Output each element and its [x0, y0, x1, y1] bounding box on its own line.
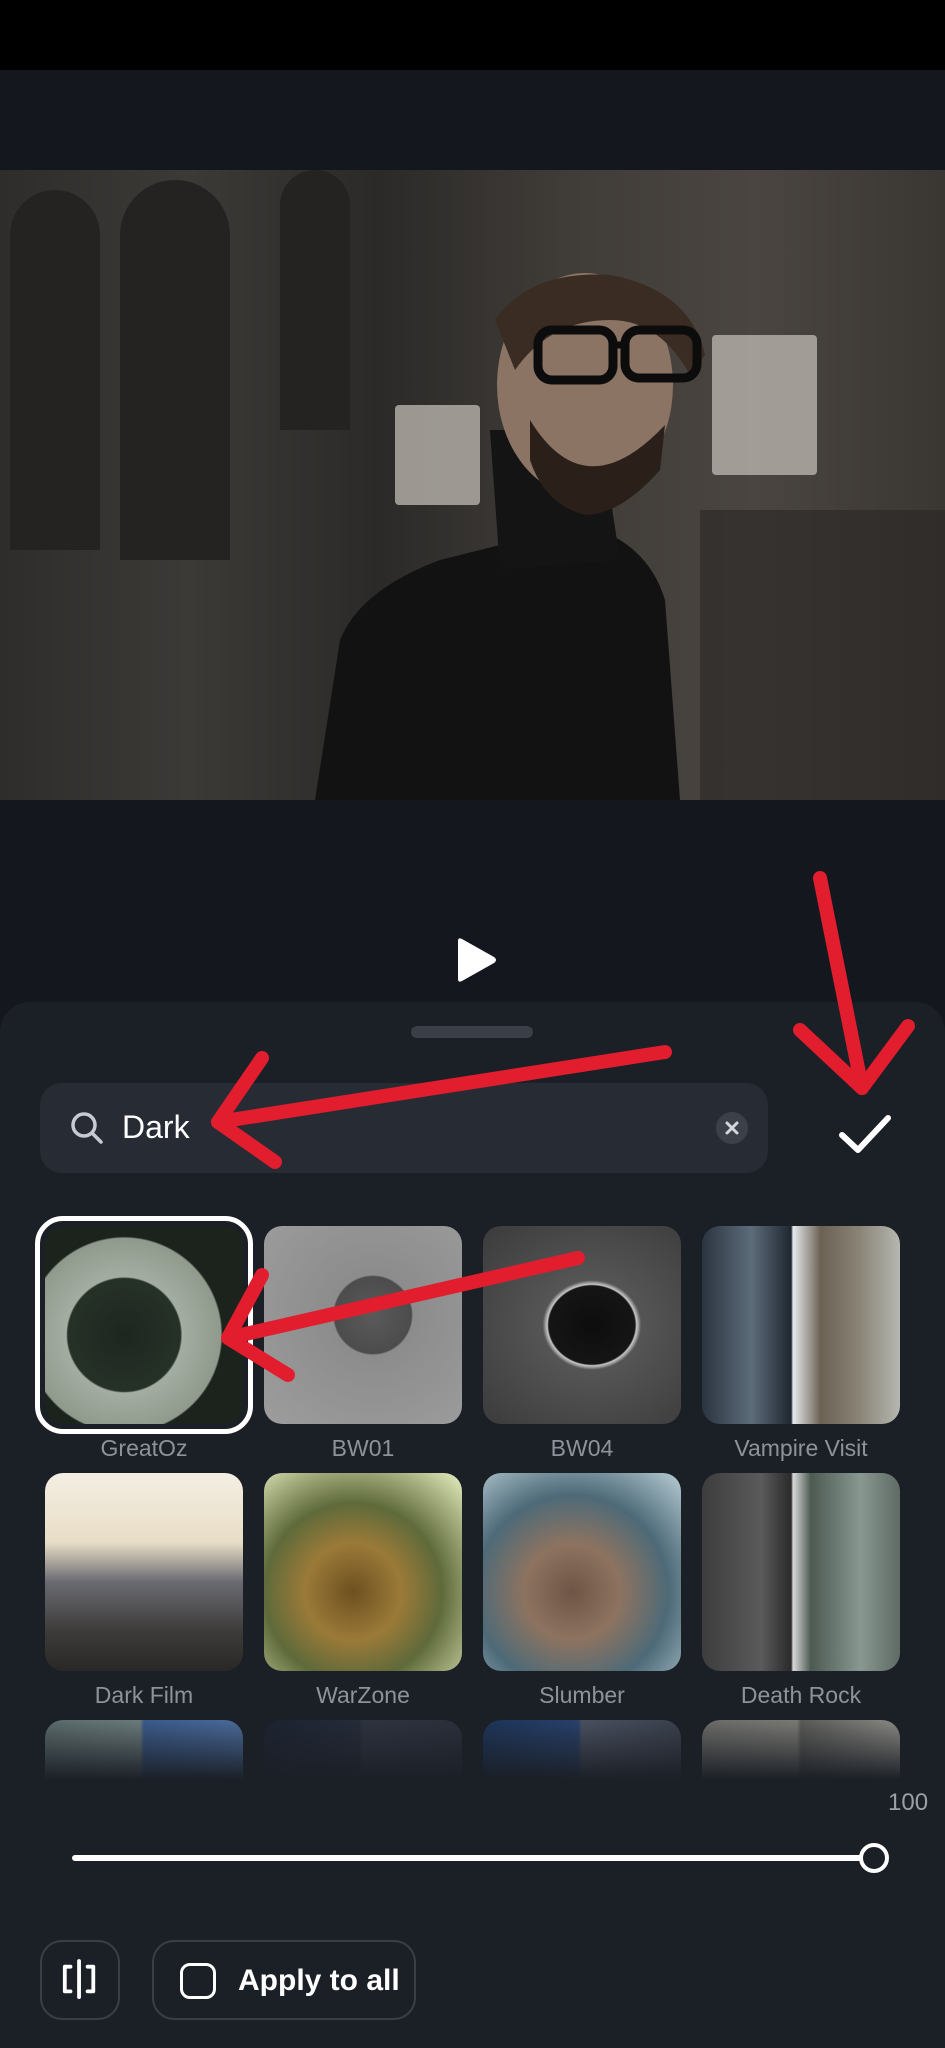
filter-label: Dark Film [94, 1682, 194, 1708]
subject-person-image [315, 273, 705, 800]
search-icon [71, 1112, 103, 1144]
confirm-checkmark-icon[interactable] [836, 1108, 894, 1158]
intensity-value: 100 [888, 1789, 929, 1816]
grid-fade-overlay [0, 1720, 945, 1780]
filter-label: Death Rock [740, 1682, 862, 1708]
apply-to-all-checkbox[interactable] [180, 1963, 216, 1999]
filter-thumbnail [264, 1226, 462, 1424]
clear-search-icon[interactable] [716, 1112, 748, 1144]
intensity-slider-track[interactable] [72, 1855, 874, 1861]
filter-label: BW04 [550, 1435, 614, 1461]
filter-label: Vampire Visit [734, 1435, 868, 1461]
filter-thumbnail [702, 1226, 900, 1424]
status-bar [0, 0, 945, 70]
compare-button[interactable] [40, 1940, 120, 2020]
filter-thumbnail [35, 1216, 253, 1434]
drag-handle[interactable] [411, 1026, 533, 1038]
play-icon[interactable] [454, 937, 498, 983]
video-preview[interactable] [0, 170, 945, 800]
filter-thumbnail [45, 1473, 243, 1671]
filter-label: WarZone [316, 1682, 410, 1708]
intensity-slider-thumb[interactable] [859, 1843, 889, 1873]
filter-thumbnail [264, 1473, 462, 1671]
filter-label: Slumber [539, 1682, 625, 1708]
apply-to-all-label: Apply to all [238, 1964, 400, 1997]
filter-thumbnail [702, 1473, 900, 1671]
filter-label: GreatOz [100, 1435, 188, 1461]
search-input[interactable]: Dark [122, 1107, 190, 1147]
filter-label: BW01 [331, 1435, 395, 1461]
compare-split-icon [62, 1959, 96, 1999]
apply-to-all-button[interactable]: Apply to all [152, 1940, 416, 2020]
top-toolbar-area [0, 70, 945, 170]
filter-thumbnail [483, 1226, 681, 1424]
filter-thumbnail [483, 1473, 681, 1671]
